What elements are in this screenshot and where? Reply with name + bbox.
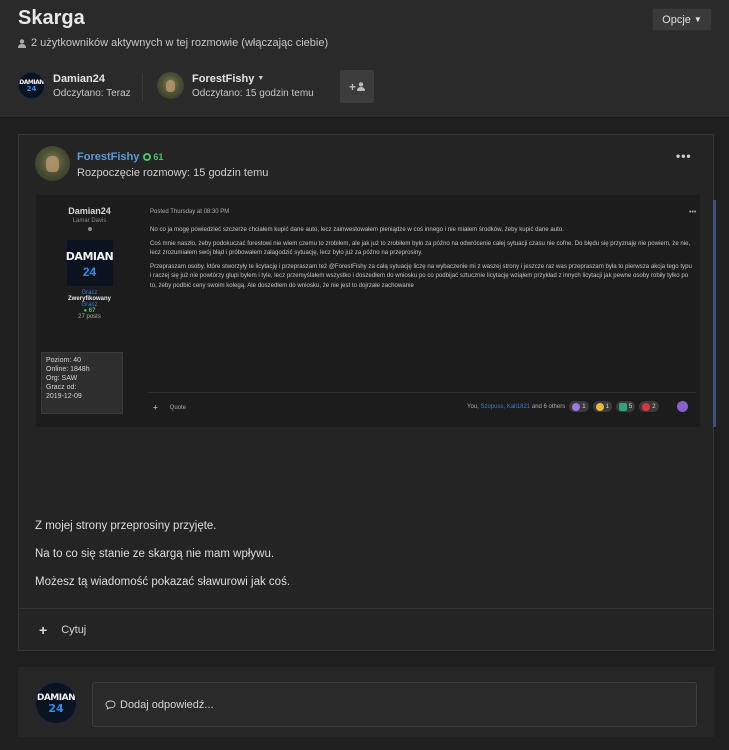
screenshot-author-name: Damian24 bbox=[68, 206, 111, 216]
message-text: Na to co się stanie ze skargą nie mam wp… bbox=[35, 548, 275, 560]
participant-read-status: Odczytano: Teraz bbox=[53, 87, 131, 99]
screenshot-paragraph: No co ja mogę powiedzieć szczerze chciał… bbox=[150, 226, 564, 233]
user-icon bbox=[18, 38, 26, 48]
stat-line: Gracz od: bbox=[46, 384, 77, 391]
laugh-icon bbox=[595, 402, 604, 411]
scrollbar bbox=[713, 200, 716, 427]
screenshot-reactions: You, Szopuss, Kali1821 and 6 others 1 1 … bbox=[467, 401, 688, 412]
options-label: Opcje bbox=[662, 13, 691, 26]
reply-placeholder[interactable]: Dodaj odpowiedź... bbox=[120, 699, 214, 711]
caret-down-icon: ▼ bbox=[693, 15, 702, 24]
screenshot-author-subtitle: Lamar Davis bbox=[72, 218, 107, 224]
message-text: Z mojej strony przeprosiny przyjęte. bbox=[35, 520, 217, 532]
participant-damian24[interactable]: DAMIAN 24 Damian24 Odczytano: Teraz bbox=[18, 72, 131, 99]
plus-icon[interactable]: + bbox=[39, 622, 47, 638]
reputation-badge: 61 bbox=[143, 152, 163, 162]
plus-icon: + bbox=[348, 79, 356, 94]
gg-icon bbox=[618, 402, 627, 411]
reaction-picker-icon bbox=[676, 401, 688, 412]
comment-icon bbox=[105, 700, 116, 710]
fail-icon bbox=[642, 402, 651, 411]
message-text: Możesz tą wiadomość pokazać sławurowi ja… bbox=[35, 576, 291, 588]
active-users-info: 2 użytkowników aktywnych w tej rozmowie … bbox=[18, 37, 328, 49]
avatar: DAMIAN 24 bbox=[18, 72, 45, 99]
more-options-icon: ••• bbox=[689, 209, 697, 216]
screenshot-avatar: DAMIAN 24 bbox=[66, 240, 114, 286]
quote-button[interactable]: + Cytuj bbox=[39, 622, 86, 638]
message-post: ForestFishy 61 Rozpoczęcie rozmowy: 15 g… bbox=[18, 134, 716, 651]
active-users-text: 2 użytkowników aktywnych w tej rozmowie … bbox=[31, 37, 329, 49]
more-options-icon[interactable]: ••• bbox=[676, 149, 692, 163]
avatar bbox=[157, 72, 184, 99]
add-participant-button[interactable]: + bbox=[340, 70, 374, 103]
reaction-gg: 5 bbox=[615, 401, 636, 412]
stat-line: Poziom: 40 bbox=[46, 357, 82, 364]
post-author: ForestFishy 61 bbox=[77, 151, 163, 163]
quote-label[interactable]: Cytuj bbox=[61, 624, 86, 636]
screenshot-posted-date: Posted Thursday at 08:30 PM bbox=[150, 209, 230, 215]
conversation-start-info: Rozpoczęcie rozmowy: 15 godzin temu bbox=[77, 167, 269, 179]
stat-line: 2019-12-09 bbox=[46, 393, 82, 400]
divider bbox=[142, 73, 143, 101]
stat-line: Org: SAW bbox=[46, 375, 78, 382]
participant-name[interactable]: ForestFishy ▼ bbox=[192, 73, 314, 85]
reaction-fail: 2 bbox=[639, 401, 659, 412]
screenshot-body: No co ja mogę powiedzieć szczerze chciał… bbox=[150, 225, 694, 294]
stat-line: Online: 1848h bbox=[46, 366, 90, 373]
plus-icon: + bbox=[153, 403, 158, 412]
embedded-screenshot: Damian24 Lamar Davis DAMIAN 24 Gracz Zwe… bbox=[36, 195, 716, 427]
participant-read-status: Odczytano: 15 godzin temu bbox=[192, 87, 314, 99]
screenshot-author-panel: Damian24 Lamar Davis DAMIAN 24 Gracz Zwe… bbox=[36, 195, 143, 414]
upvote-icon bbox=[572, 402, 581, 411]
divider bbox=[19, 608, 713, 609]
screenshot-quote: + Quote bbox=[153, 403, 187, 412]
screenshot-paragraph: Przepraszam osoby, które stworzyły te li… bbox=[150, 262, 692, 289]
caret-down-icon[interactable]: ▼ bbox=[257, 75, 264, 82]
author-name[interactable]: ForestFishy bbox=[77, 151, 139, 163]
conversation-header: Skarga Opcje ▼ 2 użytkowników aktywnych … bbox=[0, 0, 729, 118]
screenshot-post-count: 27 posts bbox=[78, 314, 101, 320]
options-button[interactable]: Opcje ▼ bbox=[652, 8, 712, 31]
screenshot-paragraph: Coś mnie naszło, żeby podokuczać foresto… bbox=[150, 239, 691, 257]
reputation-icon bbox=[143, 153, 152, 161]
author-avatar[interactable] bbox=[35, 146, 70, 181]
status-dot bbox=[87, 227, 92, 231]
reactors-list: You, Szopuss, Kali1821 and 6 others bbox=[467, 403, 566, 410]
page-title: Skarga bbox=[18, 7, 85, 29]
reaction-laugh: 1 bbox=[592, 401, 612, 412]
reply-input[interactable]: Dodaj odpowiedź... bbox=[92, 682, 697, 727]
participant-name[interactable]: Damian24 bbox=[53, 73, 131, 85]
user-icon bbox=[357, 82, 365, 91]
divider bbox=[148, 392, 696, 393]
avatar: DAMIAN 24 bbox=[35, 682, 77, 724]
participant-forestfishy[interactable]: ForestFishy ▼ Odczytano: 15 godzin temu bbox=[157, 72, 314, 99]
reaction-upvote: 1 bbox=[569, 401, 589, 412]
screenshot-stats-box: Poziom: 40 Online: 1848h Org: SAW Gracz … bbox=[41, 352, 123, 414]
